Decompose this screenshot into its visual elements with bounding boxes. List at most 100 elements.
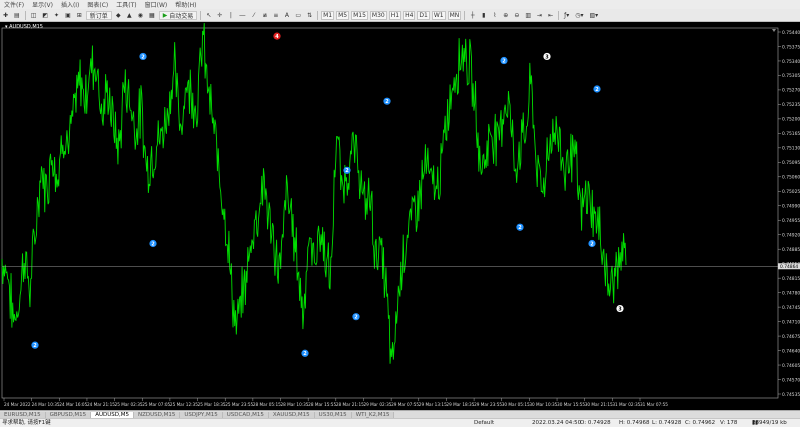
data-window-icon[interactable]: ◩ (40, 11, 50, 20)
marker-label: 2 (151, 241, 155, 247)
candle-chart-icon[interactable]: ▮ (479, 11, 488, 20)
tile-windows-icon[interactable]: ▥ (523, 11, 533, 20)
navigator-icon[interactable]: ✦ (52, 11, 61, 20)
y-tick-label: 0.75270 (782, 88, 800, 94)
menu-item-4[interactable]: 工具(T) (112, 0, 140, 9)
chart-canvas: 0.75440 0.75375 0.75340 0.75305 0.75270 0.752… (1, 23, 800, 407)
x-tick-label: 29 Mar 13:15 (419, 402, 447, 407)
y-tick-label: 0.74745 (782, 305, 800, 311)
timeframe-mn[interactable]: MN (447, 10, 462, 20)
y-tick-label: 0.74535 (782, 392, 800, 398)
timeframe-h1[interactable]: H1 (388, 10, 402, 20)
cursor-icon[interactable]: ↖ (204, 11, 213, 20)
menu-item-6[interactable]: 帮助(H) (171, 0, 200, 9)
marker-label: 2 (595, 87, 599, 93)
marker-label: 4 (275, 34, 279, 40)
timeframe-group: M1 M5 M15 M30 H1 H4 D1 W1 MN (320, 10, 462, 20)
x-tick-label: 24 Mar 2022 (4, 402, 31, 407)
indicators-icon[interactable]: ƒ▾ (562, 11, 571, 20)
zoom-out-icon[interactable]: ⊖ (512, 11, 521, 20)
y-tick-label: 0.75340 (782, 59, 800, 65)
text-icon[interactable]: A (282, 11, 291, 20)
y-tick-label: 0.75305 (782, 73, 800, 79)
terminal-icon[interactable]: ▣ (63, 11, 73, 20)
y-tick-label: 0.74885 (782, 247, 800, 253)
lock-icon[interactable]: ▦ (147, 11, 157, 20)
auto-trade-button[interactable]: ▶ 自动交易 (158, 10, 198, 20)
y-tick-label: 0.74640 (782, 348, 800, 354)
x-tick-label: 28 Mar 10:35 (281, 402, 309, 407)
bar-chart-icon[interactable]: ┼ (468, 11, 477, 20)
menu-item-3[interactable]: 图表(C) (83, 0, 112, 9)
fibonacci-icon[interactable]: ≡ (271, 11, 280, 20)
chart-shift-icon[interactable]: ⇤ (546, 11, 555, 20)
y-tick-label: 0.75440 (782, 30, 800, 36)
x-tick-label: 30 Mar 21:15 (585, 402, 613, 407)
x-tick-label: 29 Mar 23:55 (474, 402, 502, 407)
timeframe-m5[interactable]: M5 (336, 10, 350, 20)
timeframe-d1[interactable]: D1 (417, 10, 430, 20)
zoom-in-icon[interactable]: ⊕ (501, 11, 510, 20)
symbol-label-text: AUDUSD,M15 (9, 24, 43, 30)
x-tick-label: 25 Mar 23:55 (225, 402, 253, 407)
menu-item-2[interactable]: 插入(I) (57, 0, 83, 9)
x-tick-label: 25 Mar 07:05 (142, 402, 170, 407)
templates-icon[interactable]: ▧▾ (587, 11, 600, 20)
marker-label: 2 (590, 241, 594, 247)
timeframe-m1[interactable]: M1 (321, 10, 335, 20)
timeframe-h4[interactable]: H4 (403, 10, 416, 20)
arrows-icon[interactable]: ⇅ (305, 11, 314, 20)
marker-label: 2 (354, 315, 358, 321)
y-tick-label: 0.75130 (782, 146, 800, 152)
x-tick-label: 24 Mar 16:05 (59, 402, 87, 407)
y-tick-label: 0.75025 (782, 189, 800, 195)
channel-icon[interactable]: ≢ (260, 11, 269, 20)
crosshair-icon[interactable]: ✛ (215, 11, 224, 20)
x-tick-label: 25 Mar 18:35 (198, 402, 226, 407)
new-order-label: 新订单 (89, 12, 108, 20)
x-tick-label: 31 Mar 07:55 (640, 402, 668, 407)
tester-icon[interactable]: ⊞ (75, 11, 84, 20)
timeframe-m30[interactable]: M30 (369, 10, 387, 20)
periods-icon[interactable]: ◷▾ (573, 11, 585, 20)
autoscroll-icon[interactable]: ⇥ (535, 11, 544, 20)
marker-label: 3 (618, 306, 622, 312)
x-tick-label: 28 Mar 15:55 (308, 402, 336, 407)
signals-icon[interactable]: ◉ (136, 11, 145, 20)
menu-item-0[interactable]: 文件(F) (0, 0, 28, 9)
y-tick-label: 0.74990 (782, 204, 800, 210)
timeframe-w1[interactable]: W1 (431, 10, 446, 20)
chart-shift-marker-icon (772, 29, 776, 32)
marker-label: 2 (141, 54, 145, 60)
y-tick-label: 0.75060 (782, 175, 800, 181)
vertical-line-icon[interactable]: | (226, 11, 235, 20)
new-chart-icon[interactable]: ✚ (1, 11, 10, 20)
marker-label: 2 (33, 343, 37, 349)
profiles-icon[interactable]: ▤ (12, 11, 22, 20)
x-tick-label: 25 Mar 12:35 (170, 402, 198, 407)
menu-bar: 文件(F) 显示(V) 插入(I) 图表(C) 工具(T) 窗口(W) 帮助(H) (0, 0, 800, 9)
metaeditor-icon[interactable]: ◆ (114, 11, 123, 20)
x-tick-label: 25 Mar 02:35 (115, 402, 143, 407)
x-tick-label: 24 Mar 21:15 (87, 402, 115, 407)
y-tick-label: 0.74815 (782, 276, 800, 282)
x-tick-label: 29 Mar 07:55 (391, 402, 419, 407)
y-tick-label: 0.75165 (782, 131, 800, 137)
alerts-icon[interactable]: ▲ (125, 11, 134, 20)
marker-label: 2 (385, 99, 389, 105)
new-order-button[interactable]: 新订单 (85, 10, 112, 20)
price-line (1, 23, 627, 364)
menu-item-1[interactable]: 显示(V) (28, 0, 57, 9)
toolbar: ✚ ▤ ◫ ◩ ✦ ▣ ⊞ 新订单 ◆ ▲ ◉ ▦ ▶ 自动交易 ↖ ✛ | ―… (0, 9, 800, 22)
trendline-icon[interactable]: ⁄ (249, 11, 258, 20)
timeframe-m15[interactable]: M15 (351, 10, 368, 20)
y-tick-label: 0.74955 (782, 218, 800, 224)
label-icon[interactable]: ▭ (293, 11, 303, 20)
y-tick-label: 0.74920 (782, 233, 800, 239)
horizontal-line-icon[interactable]: ― (237, 11, 247, 20)
y-tick-label: 0.75095 (782, 160, 800, 166)
market-watch-icon[interactable]: ◫ (29, 11, 39, 20)
line-chart-icon[interactable]: ⌇ (490, 11, 499, 20)
price-chart[interactable]: 0.75440 0.75375 0.75340 0.75305 0.75270 0.752… (0, 22, 800, 410)
menu-item-5[interactable]: 窗口(W) (141, 0, 172, 9)
